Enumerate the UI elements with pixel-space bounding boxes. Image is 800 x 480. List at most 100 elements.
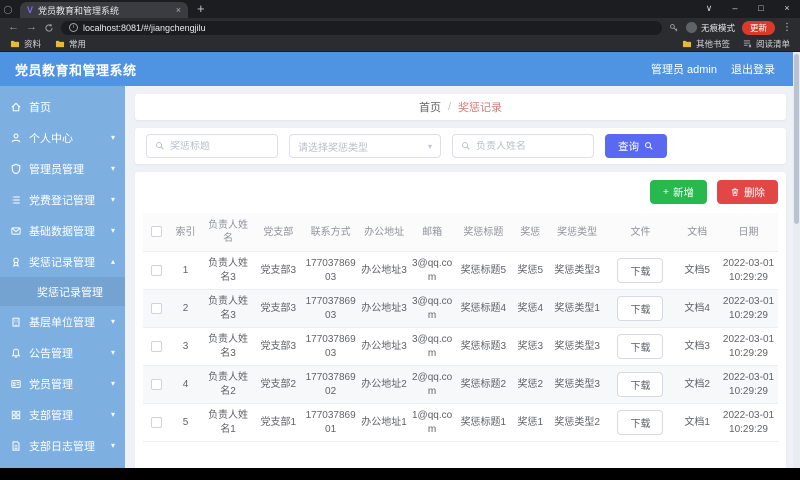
bookmark-folder[interactable]: 常用 xyxy=(55,38,86,50)
cell-phone: 17703786901 xyxy=(302,403,359,442)
cell-doc: 文档3 xyxy=(675,327,720,366)
site-favicon-icon: V xyxy=(27,5,34,15)
download-button[interactable]: 下载 xyxy=(617,258,664,283)
row-checkbox[interactable] xyxy=(150,416,162,428)
key-icon[interactable] xyxy=(669,23,679,33)
cell-phone: 17703786903 xyxy=(302,289,359,328)
sidebar-menu: 首页 个人中心 ▾ 管理员管理 ▾ 党费登记管理 ▾ 基础数据管理 ▾ 奖惩记录管理 ▴ 奖惩记录管理… xyxy=(0,86,125,468)
url-text: localhost:8081/#/jiangchengjilu xyxy=(83,22,206,33)
column-header: 党支部 xyxy=(254,213,303,252)
tab-search-icon[interactable]: ∨ xyxy=(696,0,722,18)
scrollbar-thumb[interactable] xyxy=(794,54,799,224)
cell-branch: 党支部2 xyxy=(254,365,303,404)
name-search-input[interactable] xyxy=(476,140,585,152)
search-icon xyxy=(645,142,653,150)
cell-index: 5 xyxy=(169,403,202,442)
logout-link[interactable]: 退出登录 xyxy=(731,61,775,77)
cell-address: 办公地址3 xyxy=(358,327,410,366)
forward-button[interactable]: → xyxy=(26,22,37,33)
browser-tab[interactable]: V 党员教育和管理系统 × xyxy=(20,2,188,18)
sidebar-item[interactable]: 支部管理 ▾ xyxy=(0,399,125,430)
app-title: 党员教育和管理系统 xyxy=(15,62,137,78)
title-search-field-wrap xyxy=(146,134,278,158)
reading-list-icon xyxy=(743,40,752,48)
breadcrumb: 首页 / 奖惩记录 xyxy=(135,94,786,120)
sidebar-item[interactable]: 基础数据管理 ▾ xyxy=(0,215,125,246)
search-bar: 请选择奖惩类型 ▾ 查询 xyxy=(135,128,786,164)
row-checkbox[interactable] xyxy=(150,340,162,352)
close-button[interactable]: × xyxy=(774,0,800,18)
cell-doc: 文档1 xyxy=(675,403,720,442)
add-button[interactable]: + 新增 xyxy=(649,180,707,204)
site-info-icon[interactable]: i xyxy=(69,23,78,32)
bookmark-folder[interactable]: 资料 xyxy=(10,38,41,50)
cell-title: 奖惩标题1 xyxy=(454,403,512,442)
type-select[interactable]: 请选择奖惩类型 ▾ xyxy=(289,134,441,158)
title-search-input[interactable] xyxy=(170,140,269,152)
column-header: 奖惩标题 xyxy=(454,213,512,252)
other-bookmarks[interactable]: 其他书签 xyxy=(682,38,730,50)
sidebar-subitem[interactable]: 奖惩记录管理 xyxy=(0,277,125,306)
type-select-placeholder: 请选择奖惩类型 xyxy=(298,142,368,154)
select-all-checkbox[interactable] xyxy=(150,226,162,238)
refresh-button[interactable] xyxy=(44,23,54,33)
tab-title: 党员教育和管理系统 xyxy=(38,5,120,16)
cell-type: 奖惩类型3 xyxy=(548,251,606,290)
tab-close-icon[interactable]: × xyxy=(176,5,181,15)
sidebar-item-label: 奖惩记录管理 xyxy=(29,256,95,269)
sidebar-item-label: 支部管理 xyxy=(29,409,73,422)
sidebar-item[interactable]: 支部日志管理 ▾ xyxy=(0,430,125,461)
sidebar-item[interactable]: 基层单位管理 ▾ xyxy=(0,306,125,337)
table-actions: + 新增 删除 xyxy=(143,180,778,204)
sidebar-item[interactable]: 个人中心 ▾ xyxy=(0,122,125,153)
user-icon xyxy=(10,132,22,144)
column-header: 邮箱 xyxy=(409,213,455,252)
cell-branch: 党支部3 xyxy=(254,251,303,290)
sidebar-item[interactable]: 党费登记管理 ▾ xyxy=(0,184,125,215)
query-button[interactable]: 查询 xyxy=(605,134,667,158)
cell-title: 奖惩标题5 xyxy=(454,251,512,290)
chevron-up-icon: ▴ xyxy=(110,257,115,266)
download-button[interactable]: 下载 xyxy=(617,334,664,359)
row-checkbox[interactable] xyxy=(150,302,162,314)
admin-icon xyxy=(10,163,22,175)
address-bar[interactable]: i localhost:8081/#/jiangchengjilu xyxy=(61,20,662,35)
chevron-down-icon: ▾ xyxy=(110,410,115,419)
row-checkbox[interactable] xyxy=(150,378,162,390)
cell-award: 奖惩1 xyxy=(511,403,549,442)
table-row: 2 负责人姓名3 党支部3 17703786903 办公地址3 3@qq.com 奖惩标题4… xyxy=(143,289,778,328)
delete-button[interactable]: 删除 xyxy=(717,180,778,204)
column-header: 奖惩类型 xyxy=(548,213,606,252)
minimize-button[interactable]: – xyxy=(722,0,748,18)
announce-icon xyxy=(10,347,22,359)
sidebar-item[interactable]: 奖惩记录管理 ▴ xyxy=(0,246,125,277)
chevron-down-icon: ▾ xyxy=(110,379,115,388)
back-button[interactable]: ← xyxy=(8,22,19,33)
name-search-field-wrap xyxy=(452,134,594,158)
sidebar-item[interactable]: 党员管理 ▾ xyxy=(0,368,125,399)
sidebar-item[interactable]: 管理员管理 ▾ xyxy=(0,153,125,184)
cell-type: 奖惩类型3 xyxy=(548,327,606,366)
maximize-button[interactable]: □ xyxy=(748,0,774,18)
folder-icon xyxy=(682,40,692,48)
breadcrumb-home[interactable]: 首页 xyxy=(419,99,441,115)
page-scrollbar[interactable] xyxy=(793,52,800,468)
cell-title: 奖惩标题3 xyxy=(454,327,512,366)
browser-update-button[interactable]: 更新 xyxy=(741,20,775,35)
sidebar-item[interactable]: 公告管理 ▾ xyxy=(0,337,125,368)
window-bottom-edge xyxy=(0,468,800,480)
sidebar-item[interactable]: 首页 xyxy=(0,91,125,122)
download-button[interactable]: 下载 xyxy=(617,410,664,435)
reading-list[interactable]: 阅读清单 xyxy=(742,38,790,50)
new-tab-button[interactable]: + xyxy=(197,1,205,16)
cell-award: 奖惩5 xyxy=(511,251,549,290)
browser-menu-icon[interactable]: ⋮ xyxy=(782,22,792,33)
window-menu-icon[interactable]: ◯ xyxy=(0,5,16,14)
cell-name: 负责人姓名3 xyxy=(201,289,255,328)
trash-icon xyxy=(731,188,739,196)
download-button[interactable]: 下载 xyxy=(617,372,664,397)
member-icon xyxy=(10,378,22,390)
row-checkbox[interactable] xyxy=(150,264,162,276)
download-button[interactable]: 下载 xyxy=(617,296,664,321)
cell-email: 3@qq.com xyxy=(409,327,455,366)
